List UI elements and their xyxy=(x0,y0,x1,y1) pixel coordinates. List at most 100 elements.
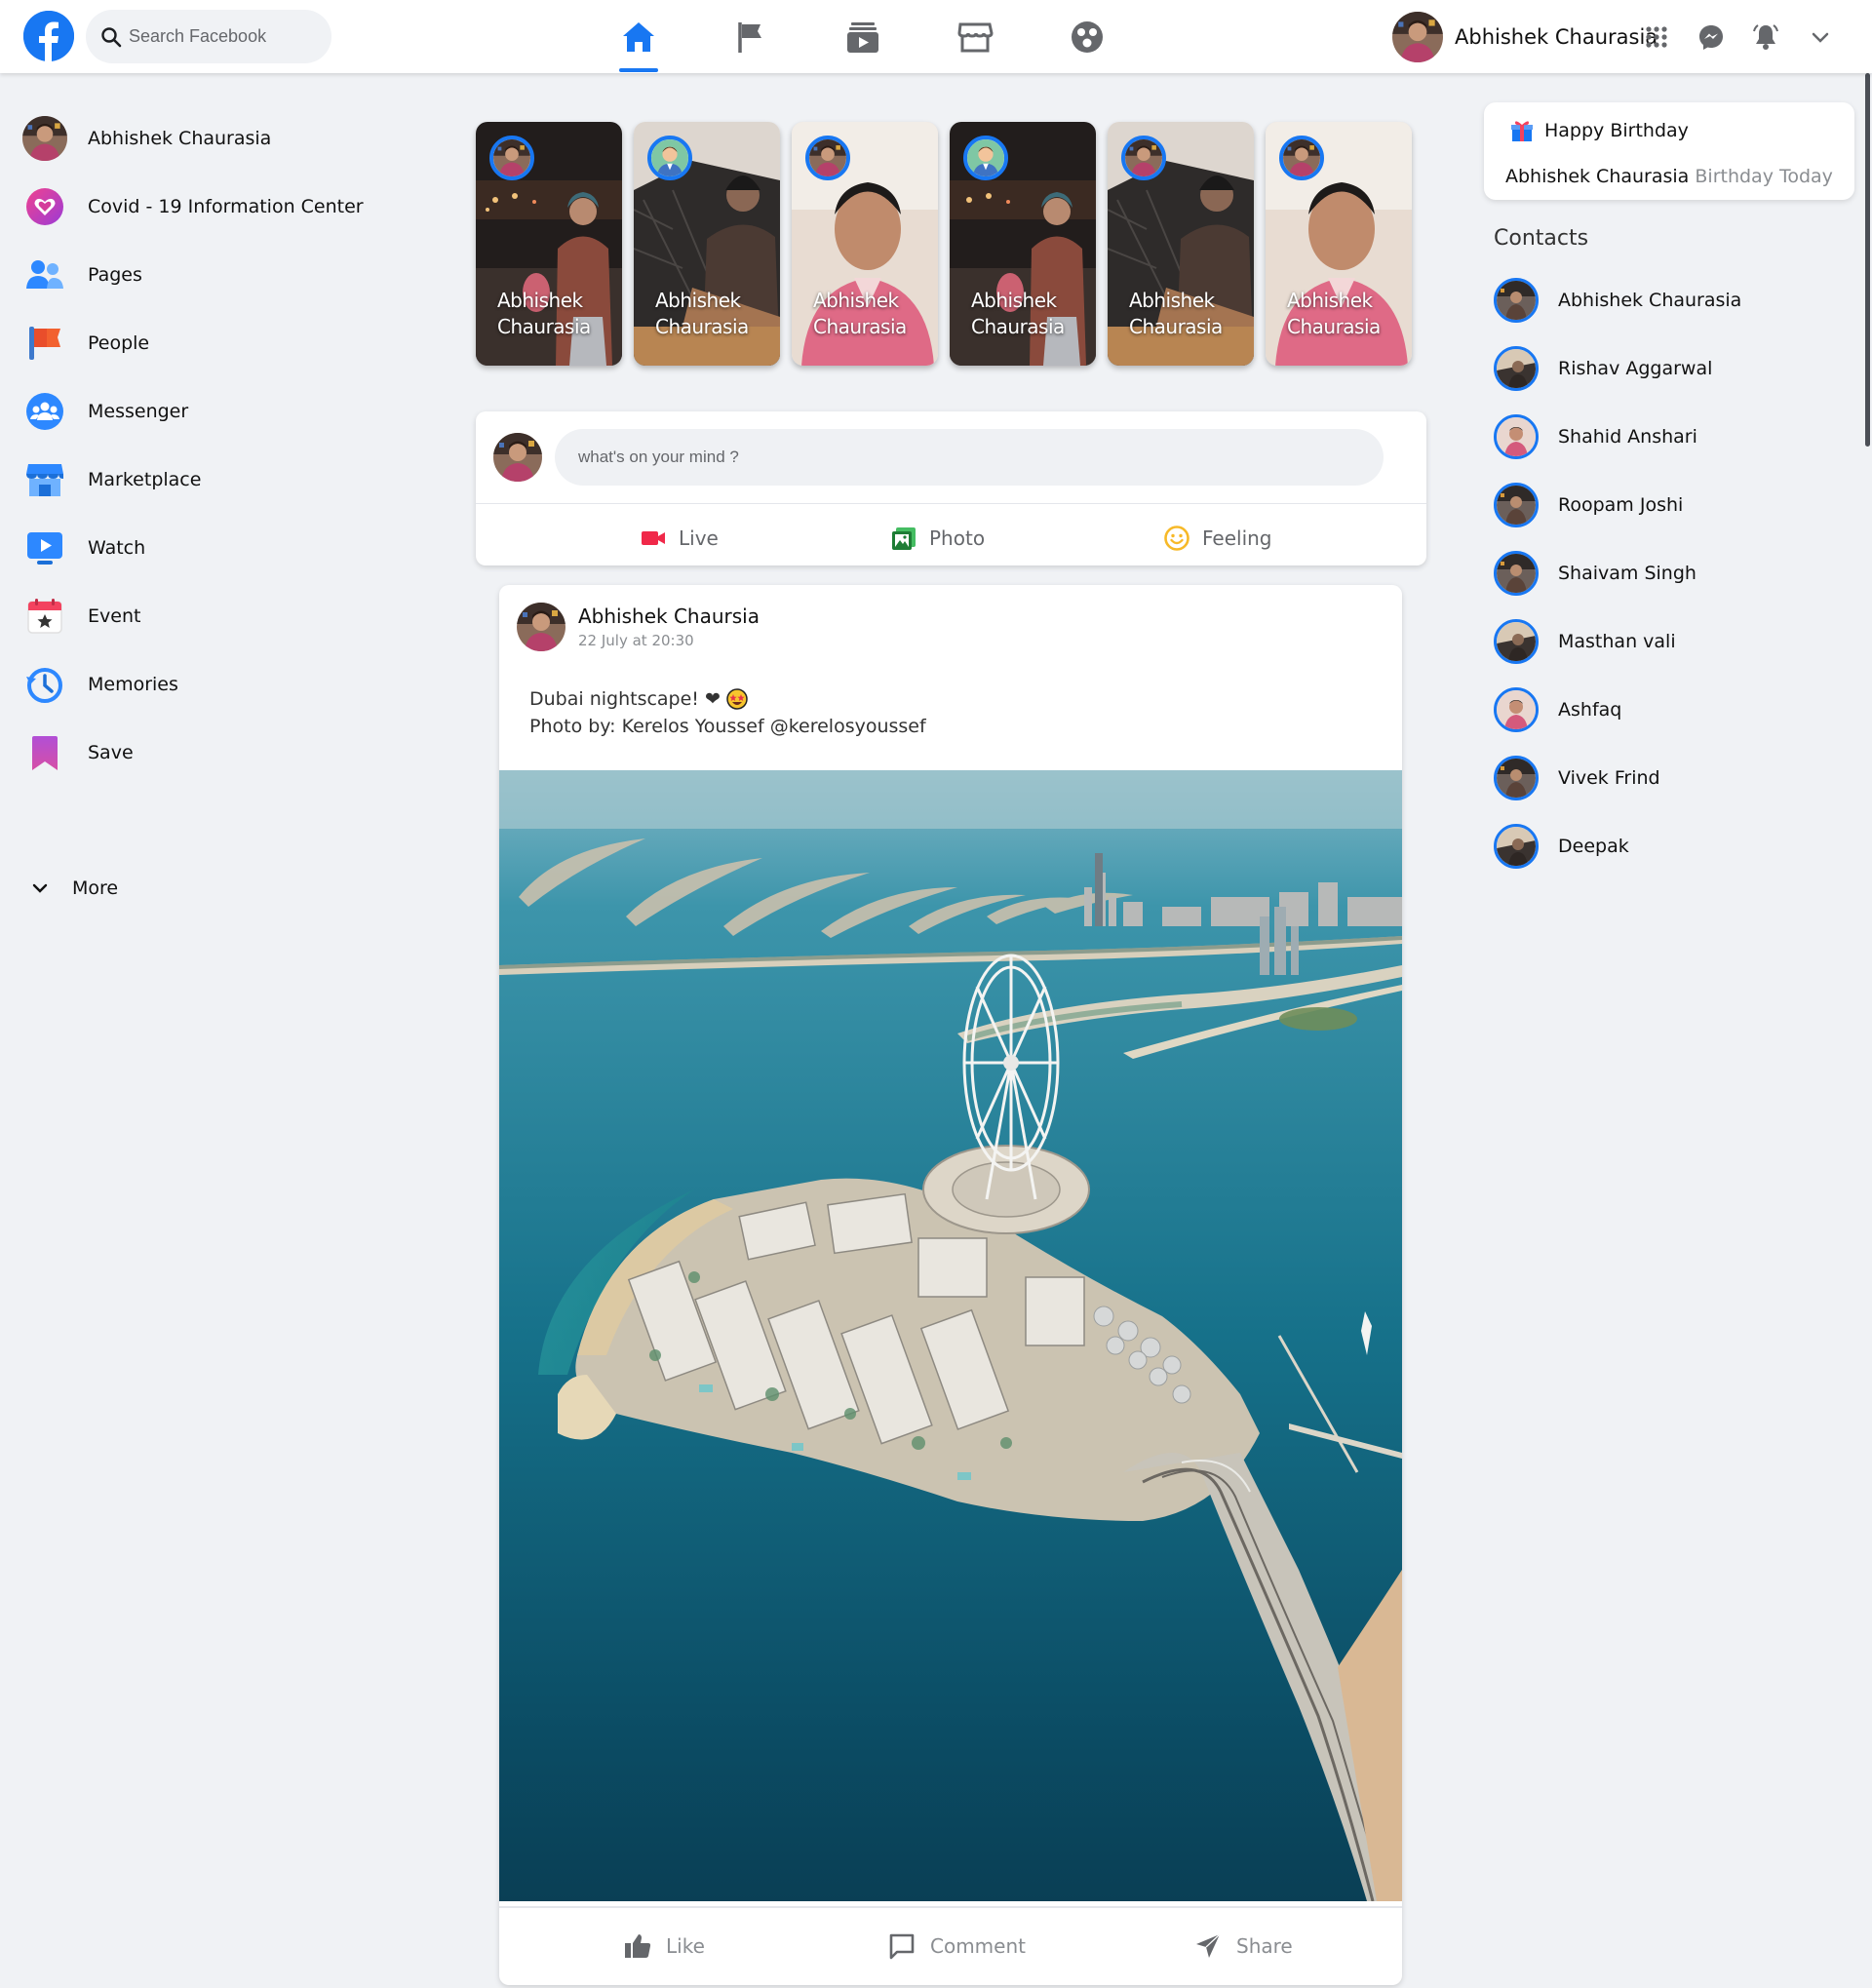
post-photo[interactable] xyxy=(499,770,1402,1901)
facebook-logo-icon[interactable] xyxy=(23,11,74,61)
chevron-down-icon[interactable] xyxy=(1802,19,1839,56)
avatar xyxy=(1494,483,1539,527)
apps-grid-icon[interactable] xyxy=(1638,19,1675,56)
avatar xyxy=(21,115,68,162)
contact-item[interactable]: Abhishek Chaurasia xyxy=(1494,276,1845,325)
post-text: Dubai nightscape! ❤ xyxy=(529,688,721,710)
contacts-title: Contacts xyxy=(1494,226,1589,251)
post-author[interactable]: Abhishek Chaursia xyxy=(578,604,760,628)
avatar xyxy=(1494,824,1539,869)
sidebar-item-covid[interactable]: Covid - 19 Information Center xyxy=(21,177,431,236)
sidebar-item-profile[interactable]: Abhishek Chaurasia xyxy=(21,109,431,168)
sidebar-item-memories[interactable]: Memories xyxy=(21,655,431,714)
story-card[interactable]: Abhishek Chaurasia xyxy=(634,122,780,366)
sidebar-item-label: Pages xyxy=(88,264,142,286)
watch-icon[interactable] xyxy=(834,12,892,62)
feeling-smile-icon xyxy=(1164,526,1190,551)
contact-name: Roopam Joshi xyxy=(1558,494,1684,516)
story-card[interactable]: Abhishek Chaurasia xyxy=(1108,122,1254,366)
avatar xyxy=(493,433,542,482)
avatar xyxy=(1494,278,1539,323)
birthday-card[interactable]: Happy Birthday Abhishek Chaurasia Birthd… xyxy=(1484,102,1854,200)
sidebar-item-event[interactable]: Event xyxy=(21,587,431,645)
post-text-line-2: Photo by: Kerelos Youssef @kerelosyousse… xyxy=(529,716,926,737)
like-button[interactable]: Like xyxy=(623,1925,705,1968)
contact-name: Shaivam Singh xyxy=(1558,563,1696,584)
sidebar-item-label: Watch xyxy=(88,537,146,559)
birthday-title: Happy Birthday xyxy=(1544,120,1689,141)
live-label: Live xyxy=(679,526,719,550)
photo-label: Photo xyxy=(929,526,986,550)
comment-icon xyxy=(889,1933,915,1960)
sidebar-item-people[interactable]: People xyxy=(21,314,431,372)
profile-shortcut[interactable]: Abhishek Chaurasia xyxy=(1392,12,1658,62)
more-label: More xyxy=(72,877,119,899)
sidebar-item-save[interactable]: Save xyxy=(21,723,431,782)
sidebar-item-label: Marketplace xyxy=(88,469,202,490)
avatar[interactable] xyxy=(517,603,566,651)
contact-item[interactable]: Ashfaq xyxy=(1494,685,1845,734)
sidebar-item-pages[interactable]: Pages xyxy=(21,246,431,304)
contact-item[interactable]: Roopam Joshi xyxy=(1494,481,1845,529)
marketplace-icon[interactable] xyxy=(946,12,1004,62)
contact-name: Ashfaq xyxy=(1558,699,1622,721)
status-input[interactable] xyxy=(555,429,1384,486)
live-button[interactable]: Live xyxy=(640,519,719,558)
search-input[interactable] xyxy=(129,26,324,47)
story-card[interactable]: Abhishek Chaurasia xyxy=(792,122,938,366)
story-name: Abhishek Chaurasia xyxy=(971,289,1065,338)
search-bar[interactable] xyxy=(86,10,332,63)
divider xyxy=(476,503,1426,504)
post-text-line-1: Dubai nightscape! ❤ xyxy=(529,688,748,710)
top-navigation-bar: Abhishek Chaurasia xyxy=(0,0,1872,73)
sidebar-item-label: Event xyxy=(88,605,141,627)
share-button[interactable]: Share xyxy=(1193,1925,1293,1968)
story-name: Abhishek Chaurasia xyxy=(813,289,907,338)
live-video-icon xyxy=(642,531,665,545)
flag-icon[interactable] xyxy=(722,12,780,62)
story-avatar xyxy=(1279,136,1324,180)
stories-row: Abhishek Chaurasia Abhishek Chaurasia Ab… xyxy=(476,122,1417,366)
birthday-text: Abhishek Chaurasia Birthday Today xyxy=(1505,166,1833,187)
birthday-suffix: Birthday Today xyxy=(1695,166,1833,187)
pages-icon xyxy=(21,252,68,298)
avatar xyxy=(1494,414,1539,459)
contact-item[interactable]: Shahid Anshari xyxy=(1494,412,1845,461)
contact-name: Masthan vali xyxy=(1558,631,1676,652)
avatar xyxy=(1494,346,1539,391)
page-scrollbar[interactable] xyxy=(1865,73,1870,447)
sidebar-item-watch[interactable]: Watch xyxy=(21,519,431,577)
avatar xyxy=(1494,551,1539,596)
covid-heart-icon xyxy=(21,183,68,230)
contact-item[interactable]: Deepak xyxy=(1494,822,1845,871)
post-timestamp[interactable]: 22 July at 20:30 xyxy=(578,632,694,649)
save-bookmark-icon xyxy=(21,729,68,776)
story-name: Abhishek Chaurasia xyxy=(1129,289,1223,338)
contact-item[interactable]: Vivek Frind xyxy=(1494,754,1845,802)
sidebar-item-marketplace[interactable]: Marketplace xyxy=(21,450,431,509)
notifications-bell-icon[interactable] xyxy=(1747,19,1784,56)
sidebar-more-button[interactable]: More xyxy=(29,871,118,906)
contact-name: Abhishek Chaurasia xyxy=(1558,290,1742,311)
contact-item[interactable]: Masthan vali xyxy=(1494,617,1845,666)
story-card[interactable]: Abhishek Chaurasia xyxy=(1266,122,1412,366)
contact-item[interactable]: Rishav Aggarwal xyxy=(1494,344,1845,393)
messenger-icon[interactable] xyxy=(1693,19,1730,56)
home-icon[interactable] xyxy=(609,12,668,72)
event-calendar-icon xyxy=(21,593,68,640)
story-name: Abhishek Chaurasia xyxy=(655,289,749,338)
feeling-button[interactable]: Feeling xyxy=(1163,519,1272,558)
comment-label: Comment xyxy=(930,1934,1026,1958)
comment-button[interactable]: Comment xyxy=(887,1925,1026,1968)
story-avatar xyxy=(489,136,534,180)
story-card[interactable]: Abhishek Chaurasia xyxy=(950,122,1096,366)
story-card[interactable]: Abhishek Chaurasia xyxy=(476,122,622,366)
groups-icon[interactable] xyxy=(1058,12,1116,62)
photo-button[interactable]: Photo xyxy=(890,519,985,558)
birthday-name[interactable]: Abhishek Chaurasia xyxy=(1505,166,1689,187)
feed-post: Abhishek Chaursia 22 July at 20:30 Dubai… xyxy=(499,585,1402,1985)
avatar xyxy=(1494,756,1539,800)
avatar xyxy=(1494,619,1539,664)
sidebar-item-messenger[interactable]: Messenger xyxy=(21,382,431,441)
contact-item[interactable]: Shaivam Singh xyxy=(1494,549,1845,598)
